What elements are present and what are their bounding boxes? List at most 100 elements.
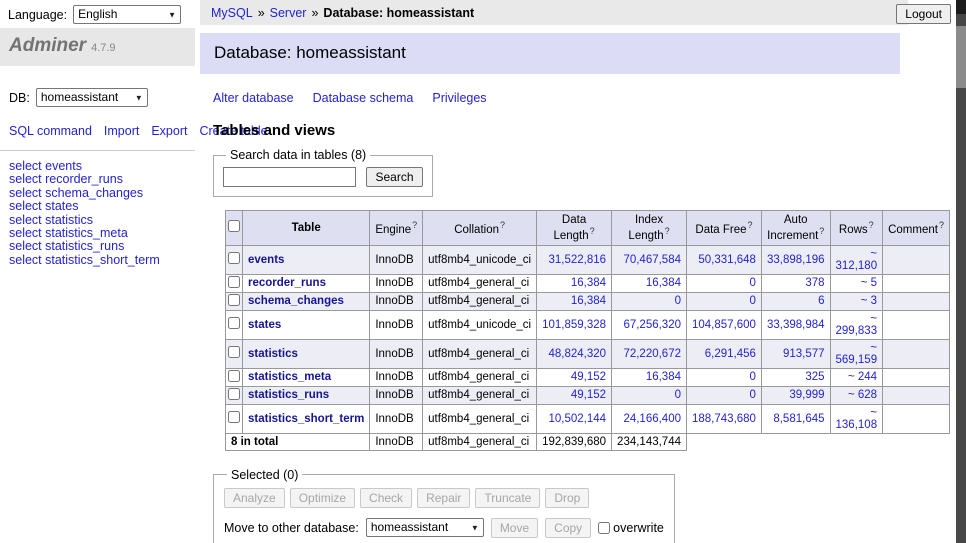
help-link[interactable]: ? xyxy=(500,220,505,230)
row-checkbox[interactable] xyxy=(228,276,240,288)
auto-increment-link[interactable]: 325 xyxy=(805,371,824,383)
data-free-link[interactable]: 0 xyxy=(750,277,756,289)
move-db-select[interactable]: homeassistant xyxy=(366,518,484,537)
data-length-link[interactable]: 16,384 xyxy=(571,277,606,289)
index-length-link[interactable]: 72,220,672 xyxy=(623,348,681,360)
truncate-button[interactable]: Truncate xyxy=(475,488,540,508)
overwrite-checkbox[interactable] xyxy=(598,522,610,534)
table-name-link[interactable]: statistics_runs xyxy=(248,389,329,401)
drop-button[interactable]: Drop xyxy=(545,488,589,508)
optimize-button[interactable]: Optimize xyxy=(290,488,355,508)
data-free-link[interactable]: 0 xyxy=(750,295,756,307)
row-checkbox[interactable] xyxy=(228,346,240,358)
sidebar-table-link-select-events[interactable]: select events xyxy=(9,160,186,173)
help-link[interactable]: ? xyxy=(590,226,595,236)
table-name-link[interactable]: states xyxy=(248,319,281,331)
sidebar-action-sql-command[interactable]: SQL command xyxy=(9,124,92,138)
analyze-button[interactable]: Analyze xyxy=(224,488,285,508)
rows-count-link[interactable]: ~ 628 xyxy=(848,389,877,401)
rows-count-link[interactable]: ~ 244 xyxy=(848,371,877,383)
engine-cell: InnoDB xyxy=(370,310,423,339)
logout-button[interactable]: Logout xyxy=(896,4,951,24)
check-button[interactable]: Check xyxy=(360,488,412,508)
help-link[interactable]: ? xyxy=(869,220,874,230)
scrollbar[interactable] xyxy=(956,0,966,543)
data-free-link[interactable]: 188,743,680 xyxy=(692,413,756,425)
index-length-link[interactable]: 0 xyxy=(675,295,681,307)
sidebar-table-link-select-statistics-short-term[interactable]: select statistics_short_term xyxy=(9,254,186,267)
data-length-link[interactable]: 49,152 xyxy=(571,389,606,401)
row-checkbox[interactable] xyxy=(228,388,240,400)
auto-increment-link[interactable]: 39,999 xyxy=(789,389,824,401)
language-select[interactable]: English xyxy=(73,5,181,24)
data-length-link[interactable]: 16,384 xyxy=(571,295,606,307)
table-name-link[interactable]: events xyxy=(248,254,284,266)
index-length-link[interactable]: 0 xyxy=(675,389,681,401)
index-length-link[interactable]: 16,384 xyxy=(646,277,681,289)
sidebar-table-link-select-statistics-runs[interactable]: select statistics_runs xyxy=(9,240,186,253)
sidebar-table-link-select-recorder-runs[interactable]: select recorder_runs xyxy=(9,173,186,186)
index-length-link[interactable]: 70,467,584 xyxy=(623,254,681,266)
db-select[interactable]: homeassistant xyxy=(36,88,148,107)
scrollbar-up-button[interactable] xyxy=(956,0,966,14)
table-name-link[interactable]: statistics xyxy=(248,348,298,360)
copy-button[interactable]: Copy xyxy=(545,518,591,538)
repair-button[interactable]: Repair xyxy=(417,488,470,508)
index-length-link[interactable]: 24,166,400 xyxy=(623,413,681,425)
rows-count-link[interactable]: ~ 136,108 xyxy=(836,407,878,431)
row-checkbox[interactable] xyxy=(228,294,240,306)
row-checkbox[interactable] xyxy=(228,252,240,264)
auto-increment-link[interactable]: 913,577 xyxy=(783,348,825,360)
data-free-link[interactable]: 0 xyxy=(750,371,756,383)
data-free-link[interactable]: 6,291,456 xyxy=(705,348,756,360)
scrollbar-thumb[interactable] xyxy=(956,26,966,88)
sidebar-action-import[interactable]: Import xyxy=(104,124,139,138)
search-input[interactable] xyxy=(223,167,356,187)
sidebar-table-link-select-states[interactable]: select states xyxy=(9,200,186,213)
help-link[interactable]: ? xyxy=(819,226,824,236)
auto-increment-link[interactable]: 33,898,196 xyxy=(767,254,825,266)
data-length-link[interactable]: 10,502,144 xyxy=(548,413,606,425)
row-checkbox[interactable] xyxy=(228,370,240,382)
data-length-link[interactable]: 101,859,328 xyxy=(542,319,606,331)
db-action-database-schema[interactable]: Database schema xyxy=(313,91,414,105)
auto-increment-link[interactable]: 33,398,984 xyxy=(767,319,825,331)
index-length-link[interactable]: 67,256,320 xyxy=(623,319,681,331)
rows-count-link[interactable]: ~ 569,159 xyxy=(836,342,878,366)
breadcrumb-link-mysql[interactable]: MySQL xyxy=(211,6,253,20)
table-name-link[interactable]: statistics_short_term xyxy=(248,413,364,425)
search-button[interactable]: Search xyxy=(366,167,422,187)
table-name-link[interactable]: schema_changes xyxy=(248,295,344,307)
data-length-link[interactable]: 49,152 xyxy=(571,371,606,383)
data-length-link[interactable]: 31,522,816 xyxy=(548,254,606,266)
data-length-link[interactable]: 48,824,320 xyxy=(548,348,606,360)
row-checkbox[interactable] xyxy=(228,411,240,423)
auto-increment-link[interactable]: 8,581,645 xyxy=(773,413,824,425)
auto-increment-link[interactable]: 378 xyxy=(805,277,824,289)
index-length-link[interactable]: 16,384 xyxy=(646,371,681,383)
sidebar-table-link-select-statistics[interactable]: select statistics xyxy=(9,214,186,227)
sidebar-table-link-select-schema-changes[interactable]: select schema_changes xyxy=(9,187,186,200)
db-action-alter-database[interactable]: Alter database xyxy=(213,91,294,105)
db-action-privileges[interactable]: Privileges xyxy=(432,91,486,105)
data-free-link[interactable]: 0 xyxy=(750,389,756,401)
help-link[interactable]: ? xyxy=(748,220,753,230)
help-link[interactable]: ? xyxy=(665,226,670,236)
data-free-link[interactable]: 104,857,600 xyxy=(692,319,756,331)
help-link[interactable]: ? xyxy=(939,220,944,230)
breadcrumb-link-server[interactable]: Server xyxy=(270,6,307,20)
move-button[interactable]: Move xyxy=(491,518,538,538)
rows-count-link[interactable]: ~ 312,180 xyxy=(836,248,878,272)
auto-increment-link[interactable]: 6 xyxy=(818,295,824,307)
rows-count-link[interactable]: ~ 299,833 xyxy=(836,313,878,337)
sidebar-table-link-select-statistics-meta[interactable]: select statistics_meta xyxy=(9,227,186,240)
help-link[interactable]: ? xyxy=(412,220,417,230)
sidebar-action-export[interactable]: Export xyxy=(151,124,187,138)
rows-count-link[interactable]: ~ 3 xyxy=(861,295,877,307)
rows-count-link[interactable]: ~ 5 xyxy=(861,277,877,289)
data-free-link[interactable]: 50,331,648 xyxy=(698,254,756,266)
table-name-link[interactable]: recorder_runs xyxy=(248,277,326,289)
row-checkbox[interactable] xyxy=(228,317,240,329)
table-name-link[interactable]: statistics_meta xyxy=(248,371,331,383)
select-all-checkbox[interactable] xyxy=(228,220,240,232)
